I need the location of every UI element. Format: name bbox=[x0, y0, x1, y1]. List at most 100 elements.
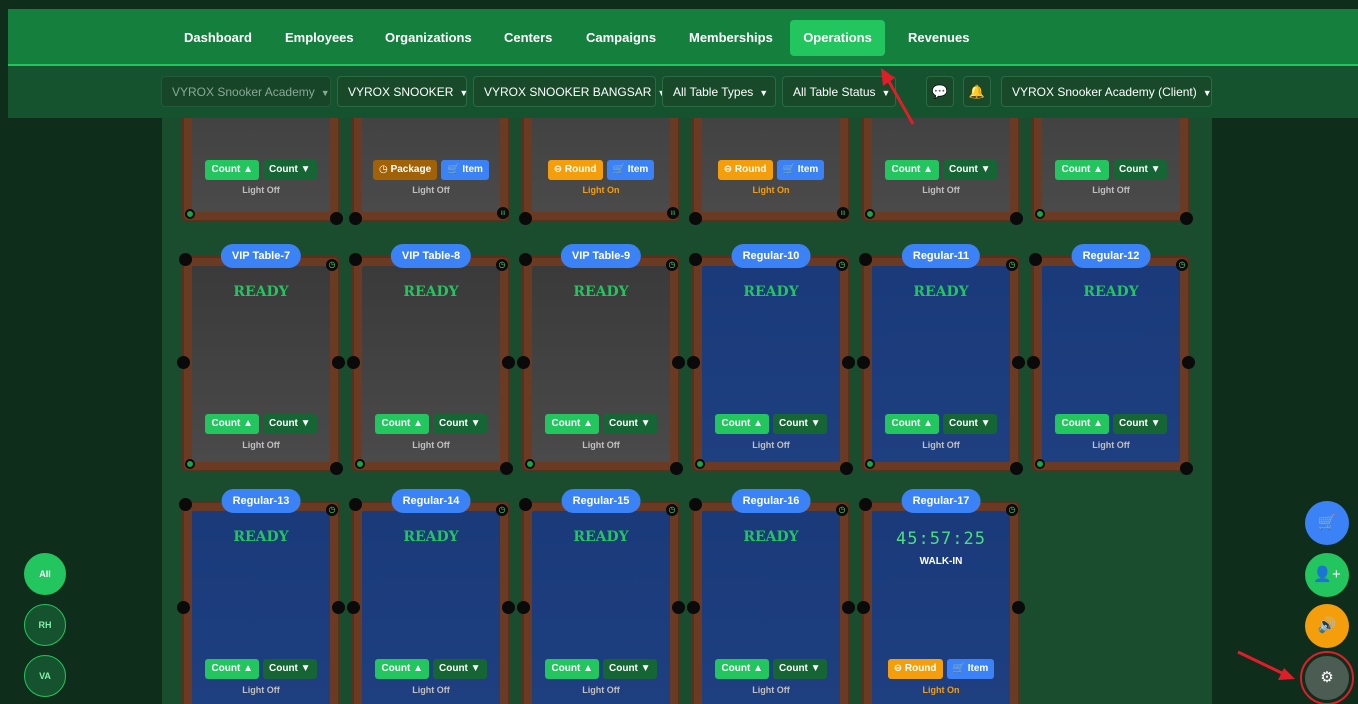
table-name: Regular-12 bbox=[1071, 244, 1151, 268]
round-button[interactable]: ⊖ Round bbox=[547, 160, 603, 180]
add-user-button[interactable]: 👤+ bbox=[1305, 553, 1349, 597]
light-status: Light Off bbox=[752, 685, 790, 695]
table-actions: Count ▲ Count ▼ bbox=[862, 414, 1020, 434]
filter-rh-button[interactable]: RH bbox=[24, 604, 66, 646]
table-card[interactable]: ◷ Regular-13 READY Count ▲ Count ▼ Light… bbox=[177, 489, 345, 704]
brand-select[interactable]: VYROX SNOOKER ▼ bbox=[337, 76, 468, 107]
nav-centers[interactable]: Centers bbox=[492, 20, 564, 56]
table-card[interactable]: ◷ VIP Table-9 READY Count ▲ Count ▼ Ligh… bbox=[517, 244, 685, 475]
nav-campaigns[interactable]: Campaigns bbox=[574, 20, 668, 56]
pocket bbox=[330, 212, 343, 225]
count-up-button[interactable]: Count ▲ bbox=[545, 414, 599, 434]
cart-button[interactable]: 🛒 bbox=[1305, 501, 1349, 545]
pocket bbox=[840, 462, 853, 475]
count-up-button[interactable]: Count ▲ bbox=[375, 414, 429, 434]
light-status: Light Off bbox=[922, 185, 960, 195]
bell-icon: 🔔 bbox=[968, 84, 986, 99]
count-up-button[interactable]: Count ▲ bbox=[885, 414, 939, 434]
table-card[interactable]: ◷ Regular-14 READY Count ▲ Count ▼ Light… bbox=[347, 489, 515, 704]
nav-organizations[interactable]: Organizations bbox=[373, 20, 484, 56]
academy-select-value: VYROX Snooker Academy bbox=[172, 85, 315, 99]
package-button[interactable]: ◷ Package bbox=[373, 160, 438, 180]
count-down-button[interactable]: Count ▼ bbox=[1113, 414, 1167, 434]
table-card[interactable]: ıı ⊖ Round 🛒 Item Light On bbox=[519, 118, 680, 225]
table-card[interactable]: ◷ Regular-11 READY Count ▲ Count ▼ Light… bbox=[857, 244, 1025, 475]
pocket bbox=[1180, 212, 1193, 225]
pocket bbox=[517, 356, 530, 369]
light-status: Light On bbox=[752, 185, 790, 195]
count-up-button[interactable]: Count ▲ bbox=[715, 659, 769, 679]
round-button[interactable]: ⊖ Round bbox=[717, 160, 773, 180]
pocket bbox=[859, 498, 872, 511]
table-card[interactable]: ıı ⊖ Round 🛒 Item Light On bbox=[689, 118, 850, 225]
pocket bbox=[1180, 462, 1193, 475]
count-up-button[interactable]: Count ▲ bbox=[715, 414, 769, 434]
top-nav: Dashboard Employees Organizations Center… bbox=[8, 9, 1358, 66]
pocket bbox=[177, 601, 190, 614]
count-up-button[interactable]: Count ▲ bbox=[1055, 160, 1109, 180]
count-down-button[interactable]: Count ▼ bbox=[263, 160, 317, 180]
count-up-button[interactable]: Count ▲ bbox=[205, 659, 259, 679]
academy-select[interactable]: VYROX Snooker Academy ▼ bbox=[161, 76, 331, 107]
count-down-button[interactable]: Count ▼ bbox=[433, 659, 487, 679]
pause-icon: ıı bbox=[667, 207, 679, 219]
pocket bbox=[1029, 253, 1042, 266]
count-down-button[interactable]: Count ▼ bbox=[433, 414, 487, 434]
nav-dashboard[interactable]: Dashboard bbox=[172, 20, 264, 56]
nav-operations[interactable]: Operations bbox=[790, 20, 885, 56]
count-up-button[interactable]: Count ▲ bbox=[885, 160, 939, 180]
count-down-button[interactable]: Count ▼ bbox=[773, 414, 827, 434]
table-card[interactable]: ◷ Regular-15 READY Count ▲ Count ▼ Light… bbox=[517, 489, 685, 704]
table-card[interactable]: ◷ Regular-12 READY Count ▲ Count ▼ Light… bbox=[1027, 244, 1195, 475]
item-button[interactable]: 🛒 Item bbox=[946, 659, 995, 679]
count-up-button[interactable]: Count ▲ bbox=[375, 659, 429, 679]
chat-button[interactable]: 💬 bbox=[926, 76, 954, 107]
clock-icon: ◷ bbox=[326, 259, 338, 271]
notifications-button[interactable]: 🔔 bbox=[963, 76, 991, 107]
count-up-button[interactable]: Count ▲ bbox=[545, 659, 599, 679]
table-type-select[interactable]: All Table Types ▼ bbox=[662, 76, 776, 107]
table-card[interactable]: Count ▲ Count ▼ Light Off bbox=[182, 118, 343, 225]
count-down-button[interactable]: Count ▼ bbox=[603, 659, 657, 679]
center-select[interactable]: VYROX SNOOKER BANGSAR▼ bbox=[473, 76, 666, 107]
table-card[interactable]: ◷ VIP Table-8 READY Count ▲ Count ▼ Ligh… bbox=[347, 244, 515, 475]
table-card[interactable]: ◷ Regular-16 READY Count ▲ Count ▼ Light… bbox=[687, 489, 855, 704]
count-down-button[interactable]: Count ▼ bbox=[943, 160, 997, 180]
table-card[interactable]: ◷ Regular-17 45:57:25 WALK-IN ⊖ Round 🛒 … bbox=[857, 489, 1025, 704]
nav-memberships[interactable]: Memberships bbox=[677, 20, 785, 56]
item-button[interactable]: 🛒 Item bbox=[441, 160, 489, 180]
table-card[interactable]: ◷ VIP Table-7 READY Count ▲ Count ▼ Ligh… bbox=[177, 244, 345, 475]
nav-employees[interactable]: Employees bbox=[273, 20, 366, 56]
item-button[interactable]: 🛒 Item bbox=[776, 160, 825, 180]
nav-revenues[interactable]: Revenues bbox=[896, 20, 981, 56]
light-status: Light Off bbox=[582, 685, 620, 695]
status-dot bbox=[185, 459, 195, 469]
table-status: READY bbox=[1083, 284, 1139, 300]
count-up-button[interactable]: Count ▲ bbox=[205, 160, 259, 180]
status-dot bbox=[185, 209, 195, 219]
table-name: VIP Table-8 bbox=[390, 244, 472, 268]
table-card[interactable]: Count ▲ Count ▼ Light Off bbox=[862, 118, 1023, 225]
count-down-button[interactable]: Count ▼ bbox=[943, 414, 997, 434]
count-up-button[interactable]: Count ▲ bbox=[205, 414, 259, 434]
count-down-button[interactable]: Count ▼ bbox=[263, 414, 317, 434]
announce-button[interactable]: 🔊 bbox=[1305, 604, 1349, 648]
table-card[interactable]: ◷ Regular-10 READY Count ▲ Count ▼ Light… bbox=[687, 244, 855, 475]
count-down-button[interactable]: Count ▼ bbox=[773, 659, 827, 679]
clock-icon: ◷ bbox=[836, 259, 848, 271]
pocket bbox=[842, 356, 855, 369]
count-down-button[interactable]: Count ▼ bbox=[263, 659, 317, 679]
count-down-button[interactable]: Count ▼ bbox=[603, 414, 657, 434]
item-button[interactable]: 🛒 Item bbox=[606, 160, 655, 180]
count-up-button[interactable]: Count ▲ bbox=[1055, 414, 1109, 434]
filter-va-button[interactable]: VA bbox=[24, 655, 66, 697]
session-timer: 45:57:25 bbox=[896, 529, 986, 549]
table-card[interactable]: Count ▲ Count ▼ Light Off bbox=[1032, 118, 1193, 225]
round-button[interactable]: ⊖ Round bbox=[887, 659, 943, 679]
filter-all-button[interactable]: All bbox=[24, 553, 66, 595]
table-card[interactable]: ıı ◷ Package 🛒 Item Light Off bbox=[349, 118, 510, 225]
pocket bbox=[842, 601, 855, 614]
client-select[interactable]: VYROX Snooker Academy (Client) ▼ bbox=[1001, 76, 1212, 107]
count-down-button[interactable]: Count ▼ bbox=[1113, 160, 1167, 180]
pocket bbox=[517, 601, 530, 614]
